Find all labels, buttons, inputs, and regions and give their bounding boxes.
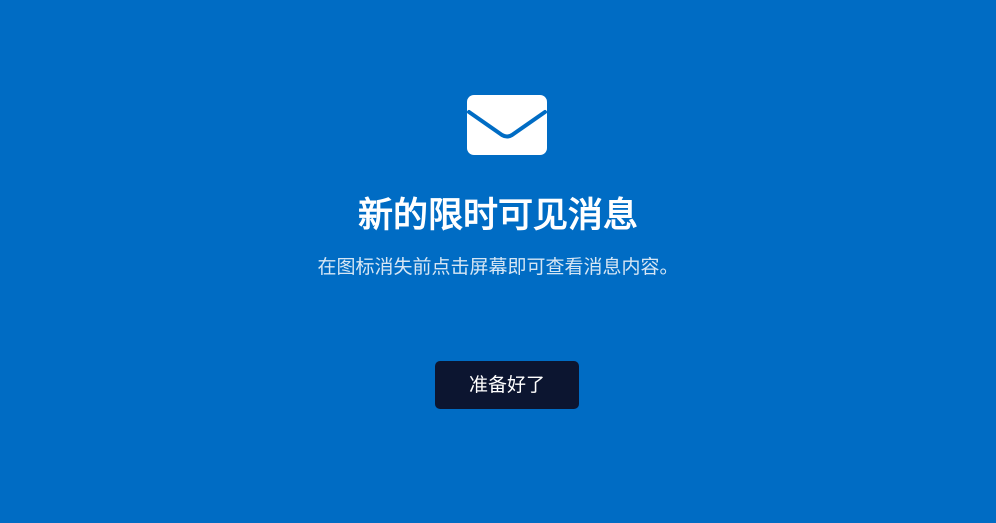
message-description: 在图标消失前点击屏幕即可查看消息内容。 — [317, 256, 679, 278]
ready-button[interactable]: 准备好了 — [435, 361, 579, 409]
envelope-icon — [467, 95, 547, 155]
message-title: 新的限时可见消息 — [357, 196, 638, 236]
